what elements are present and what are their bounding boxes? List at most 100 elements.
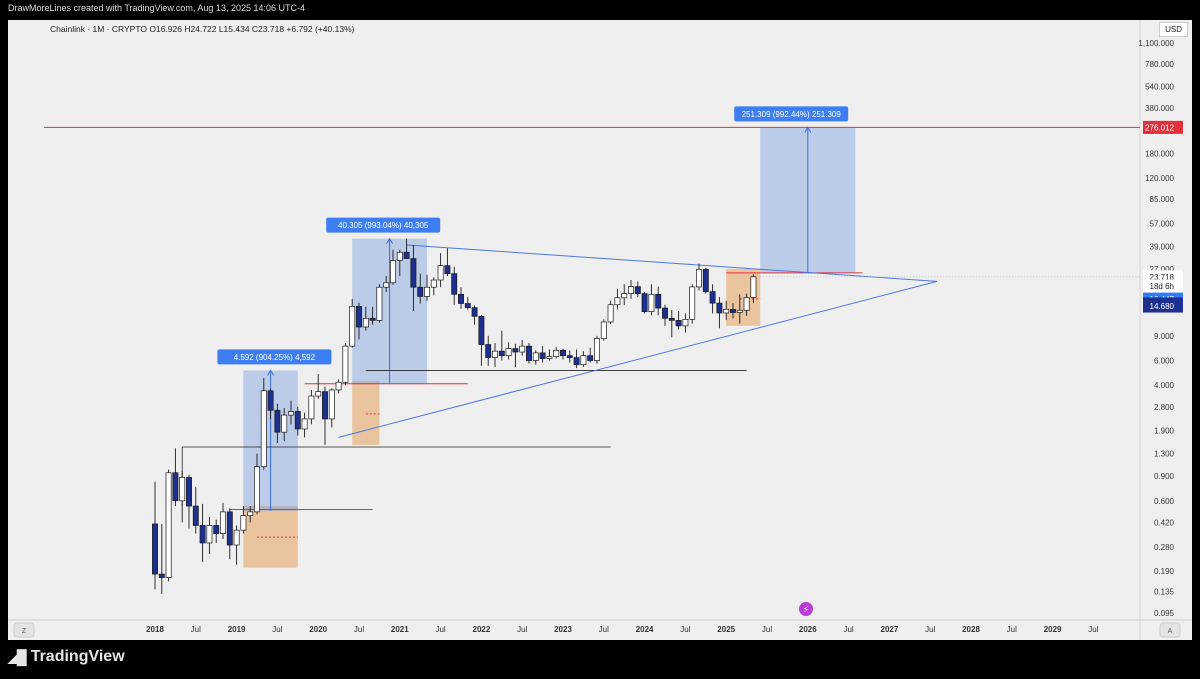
- candle-body[interactable]: [158, 573, 165, 578]
- candle-body[interactable]: [294, 411, 301, 430]
- candle-body[interactable]: [553, 349, 560, 357]
- x-tick-label: Jul: [272, 625, 282, 634]
- y-tick-label: 0.900: [1154, 472, 1175, 481]
- candle-body[interactable]: [335, 381, 342, 391]
- candle-body[interactable]: [634, 286, 641, 294]
- candle-body[interactable]: [702, 269, 709, 292]
- candle-body[interactable]: [505, 348, 512, 357]
- candle-body[interactable]: [342, 345, 349, 383]
- candle-body[interactable]: [390, 260, 396, 284]
- candle-body[interactable]: [410, 258, 417, 288]
- candle-body[interactable]: [206, 525, 213, 544]
- candle-body[interactable]: [655, 293, 662, 309]
- candle-body[interactable]: [403, 251, 410, 259]
- candle-body[interactable]: [492, 350, 498, 358]
- logo-text: TradingView: [30, 648, 125, 665]
- candle-body[interactable]: [675, 320, 682, 327]
- candle-body[interactable]: [730, 309, 736, 313]
- candle-body[interactable]: [594, 338, 600, 361]
- candle-body[interactable]: [274, 409, 281, 433]
- candle-body[interactable]: [641, 293, 648, 312]
- candle-body[interactable]: [560, 349, 566, 357]
- candle-body[interactable]: [260, 390, 267, 468]
- candle-body[interactable]: [464, 303, 471, 308]
- price-chart[interactable]: 1,100.000780.000540.000380.000260.000180…: [0, 0, 1200, 679]
- candle-body[interactable]: [240, 515, 247, 531]
- candle-body[interactable]: [750, 276, 757, 298]
- candle-body[interactable]: [546, 356, 553, 359]
- candle-body[interactable]: [451, 273, 458, 295]
- candle-body[interactable]: [220, 511, 226, 534]
- candle-body[interactable]: [437, 265, 444, 281]
- candle-body[interactable]: [512, 348, 519, 353]
- candle-body[interactable]: [682, 318, 689, 327]
- candle-body[interactable]: [430, 279, 437, 288]
- candle-body[interactable]: [288, 411, 294, 416]
- candle-body[interactable]: [254, 466, 260, 513]
- candle-body[interactable]: [723, 309, 730, 314]
- candle-body[interactable]: [192, 505, 199, 526]
- candle-body[interactable]: [356, 306, 362, 328]
- trendline-support: [338, 280, 938, 438]
- candle-body[interactable]: [308, 395, 315, 420]
- tradingview-logo[interactable]: ◢█ TradingView: [8, 648, 125, 666]
- candle-body[interactable]: [444, 265, 451, 274]
- candle-body[interactable]: [478, 315, 485, 345]
- candle-body[interactable]: [281, 414, 288, 433]
- candle-body[interactable]: [328, 389, 335, 420]
- candle-body[interactable]: [199, 525, 206, 544]
- y-tick-label: 1.900: [1154, 427, 1175, 436]
- candle-body[interactable]: [716, 302, 723, 314]
- candle-body[interactable]: [369, 317, 376, 321]
- candle-body[interactable]: [247, 511, 254, 516]
- candle-body[interactable]: [668, 317, 675, 321]
- candle-body[interactable]: [376, 286, 383, 321]
- candle-body[interactable]: [417, 286, 424, 297]
- candle-body[interactable]: [349, 306, 356, 347]
- candle-body[interactable]: [152, 523, 158, 575]
- candle-body[interactable]: [519, 345, 526, 353]
- candle-body[interactable]: [458, 293, 464, 304]
- candle-body[interactable]: [362, 317, 369, 328]
- candle-body[interactable]: [424, 286, 430, 297]
- candle-body[interactable]: [607, 304, 614, 323]
- y-tick-label: 1,100.000: [1138, 39, 1174, 48]
- candle-body[interactable]: [498, 350, 505, 357]
- candle-body[interactable]: [600, 321, 607, 339]
- candle-body[interactable]: [709, 291, 716, 304]
- candle-body[interactable]: [485, 344, 492, 358]
- candle-body[interactable]: [532, 352, 539, 361]
- candle-body[interactable]: [539, 352, 546, 359]
- candle-body[interactable]: [648, 293, 655, 312]
- candle-body[interactable]: [696, 269, 702, 288]
- candle-body[interactable]: [179, 477, 186, 502]
- candle-body[interactable]: [186, 477, 192, 507]
- candle-body[interactable]: [322, 391, 328, 420]
- candle-body[interactable]: [566, 355, 573, 358]
- candle-body[interactable]: [587, 355, 594, 361]
- candle-body[interactable]: [213, 525, 220, 534]
- candle-body[interactable]: [226, 511, 233, 546]
- candle-body[interactable]: [628, 286, 634, 294]
- candle-body[interactable]: [573, 357, 580, 366]
- candle-body[interactable]: [267, 390, 274, 411]
- candle-body[interactable]: [315, 391, 322, 397]
- candle-body[interactable]: [736, 309, 743, 313]
- candle-body[interactable]: [689, 286, 696, 320]
- candle-body[interactable]: [396, 251, 403, 261]
- candle-body[interactable]: [471, 307, 478, 317]
- candle-body[interactable]: [580, 355, 587, 366]
- candle-body[interactable]: [662, 307, 668, 319]
- candle-body[interactable]: [621, 293, 628, 299]
- candle-body[interactable]: [383, 282, 390, 288]
- candle-body[interactable]: [233, 529, 240, 546]
- candle-body[interactable]: [172, 472, 179, 502]
- candle-body[interactable]: [743, 297, 750, 311]
- y-tick-label: 85.000: [1150, 195, 1175, 204]
- measure-label: 40.305 (993.04%) 40,305: [338, 221, 429, 230]
- candle-body[interactable]: [526, 345, 532, 361]
- candle-body[interactable]: [165, 472, 172, 578]
- candle-body[interactable]: [301, 418, 308, 430]
- y-tick-label: 0.600: [1154, 497, 1175, 506]
- candle-body[interactable]: [614, 297, 621, 306]
